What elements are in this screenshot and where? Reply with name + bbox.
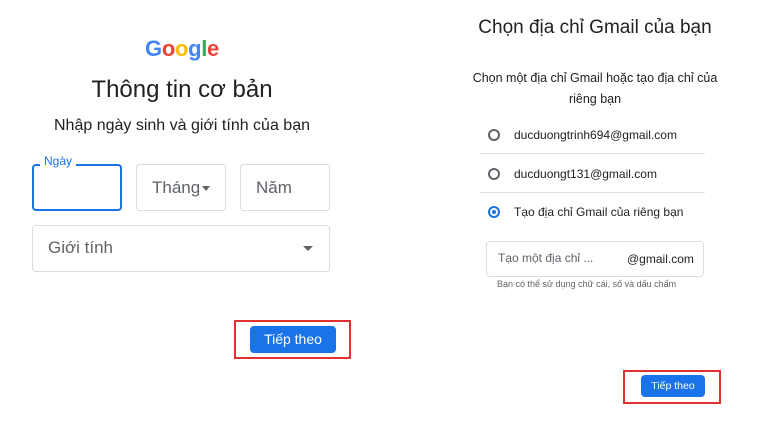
username-hint: Bạn có thể sử dụng chữ cái, số và dấu ch… [497,279,677,289]
option-label[interactable]: Tạo địa chỉ Gmail của riêng bạn [514,205,683,219]
gmail-title: Chọn địa chỉ Gmail của bạn [478,17,712,38]
logo-letter: G [145,36,162,61]
gender-select-placeholder: Giới tính [48,238,114,257]
option-label[interactable]: ducduongt131@gmail.com [514,167,657,181]
day-input[interactable] [32,164,122,211]
logo-letter: o [174,36,189,61]
google-logo: Google [145,36,219,62]
chevron-down-icon [303,246,313,251]
option-label[interactable]: ducduongtrinh694@gmail.com [514,128,677,142]
logo-letter: e [207,36,219,61]
chevron-down-icon [202,186,210,191]
divider [480,153,705,154]
page-title: Thông tin cơ bản [91,76,273,103]
gmail-username-placeholder: Tạo một địa chỉ ... [498,251,594,265]
radio-option-1[interactable] [488,129,500,141]
year-input-placeholder: Năm [256,178,292,197]
next-button[interactable]: Tiếp theo [250,326,336,353]
radio-option-3-selected[interactable] [488,206,500,218]
divider [480,192,705,193]
day-input-label: Ngày [40,154,77,168]
page-subtitle: Nhập ngày sinh và giới tính của bạn [54,117,310,134]
gmail-subtitle: Chọn một địa chỉ Gmail hoặc tạo địa chỉ … [472,71,718,106]
radio-option-2[interactable] [488,168,500,180]
logo-letter: o [161,36,175,61]
next-button[interactable]: Tiếp theo [641,375,705,397]
month-select-placeholder: Tháng [152,178,201,197]
logo-letter: g [188,36,202,61]
gmail-domain-suffix: @gmail.com [627,252,694,266]
